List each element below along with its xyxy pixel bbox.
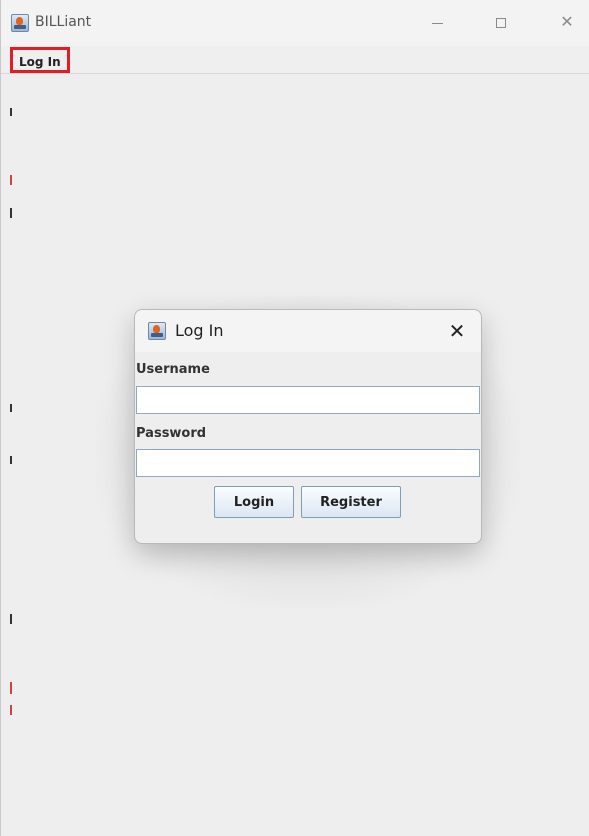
- minimize-icon[interactable]: [415, 10, 461, 36]
- maximize-icon[interactable]: [479, 10, 525, 36]
- menubar: Log In: [1, 46, 589, 74]
- edge-artifact: [10, 208, 12, 218]
- edge-artifact: [10, 404, 12, 412]
- edge-artifact: [10, 175, 12, 185]
- register-button[interactable]: Register: [301, 486, 401, 518]
- java-app-icon: [148, 322, 166, 340]
- dialog-titlebar[interactable]: Log In ✕: [135, 310, 481, 352]
- password-label: Password: [136, 426, 207, 441]
- dialog-title: Log In: [175, 321, 224, 340]
- window-titlebar[interactable]: BILLiant ✕: [1, 0, 589, 46]
- edge-artifact: [10, 108, 12, 116]
- login-button[interactable]: Login: [214, 486, 294, 518]
- close-icon[interactable]: ✕: [445, 319, 469, 343]
- java-app-icon: [11, 14, 29, 32]
- close-icon[interactable]: ✕: [544, 10, 589, 36]
- username-label: Username: [136, 362, 210, 377]
- window-title: BILLiant: [35, 14, 92, 30]
- edge-artifact: [10, 456, 12, 464]
- login-dialog: Log In ✕ Username Password Login Registe…: [134, 309, 482, 544]
- edge-artifact: [10, 705, 12, 715]
- username-field[interactable]: [136, 386, 480, 414]
- menu-item-log-in[interactable]: Log In: [10, 47, 70, 73]
- password-field[interactable]: [136, 449, 480, 477]
- edge-artifact: [10, 682, 12, 694]
- edge-artifact: [10, 614, 12, 624]
